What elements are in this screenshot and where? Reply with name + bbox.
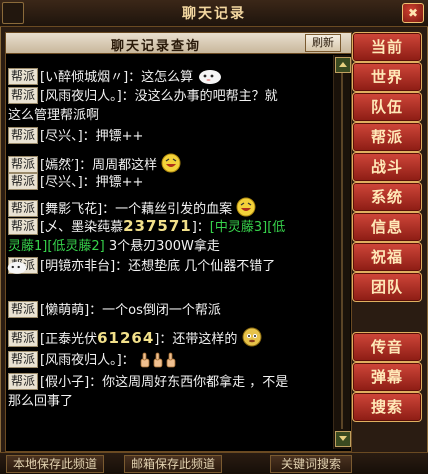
search-button[interactable]: 搜索 (352, 392, 422, 422)
message-text: [明镜亦非台]：还想垫底 几个仙器不错了 (40, 259, 276, 274)
sender-score: 237571 (123, 217, 192, 235)
channel-tag: 帮派 (8, 173, 39, 190)
scroll-down-button[interactable] (335, 431, 351, 447)
save-local-button[interactable]: 本地保存此频道 (6, 455, 104, 473)
channel-button-guild[interactable]: 帮派 (352, 122, 422, 152)
channel-tag: 帮派 (8, 218, 39, 235)
channel-tag: 帮派 (8, 200, 39, 217)
window-title: 聊天记录 (182, 6, 246, 22)
scroll-track[interactable] (341, 73, 343, 429)
thumbs-up-emoji-icon (139, 352, 179, 374)
message-text: ]：还带这样的 (154, 332, 238, 347)
message-sender: [乄、墨染莼慕 (40, 220, 124, 235)
chat-message: 帮派 [尽兴、]：押镖++ (8, 173, 328, 192)
channel-tag: 帮派 (8, 127, 39, 144)
item-link[interactable]: 灵藤1][低灵藤2] (8, 239, 105, 254)
channel-button-team[interactable]: 队伍 (352, 92, 422, 122)
chat-message: 帮派[明镜亦非台]：还想垫底 几个仙器不错了 (7, 257, 328, 276)
message-sender: [正泰光伏 (40, 332, 98, 347)
chat-message: 帮派 [正泰光伏61264]：还带这样的 (8, 327, 328, 353)
chat-message: 帮派 [尽兴、]：押镖++ (8, 127, 328, 146)
message-text: [尽兴、]：押镖++ (40, 129, 144, 144)
item-link[interactable]: [中灵藤3][低 (210, 220, 286, 235)
message-text-continued: 那么回事了 (8, 394, 74, 409)
channel-button-group[interactable]: 团队 (352, 272, 422, 302)
panel-header: 聊天记录查询 刷新 (6, 33, 351, 54)
message-text: [舞影飞花]：一个藕丝引发的血案 (40, 202, 233, 217)
message-text: [风雨夜归人。]： (40, 353, 135, 368)
message-text: [嫣然′]：周周都这样 (40, 158, 158, 173)
chat-log-window: 聊天记录 ✖ 聊天记录查询 刷新 帮派 [い醉倾城烟〃]：这怎么算 帮派 [风雨夜归… (0, 0, 428, 474)
sheep-emoji-icon (6, 259, 28, 281)
channel-tag: 帮派 (8, 373, 39, 390)
channel-tag: 帮派 (8, 351, 39, 368)
message-text: [风雨夜归人。]：没这么办事的吧帮主？就 (40, 89, 278, 104)
chat-message: 帮派 [乄、墨染莼慕237571]：[中灵藤3][低 灵藤1][低灵藤2] 3个悬… (8, 217, 328, 256)
channel-button-info[interactable]: 信息 (352, 212, 422, 242)
channel-tag: 帮派 (8, 330, 39, 347)
refresh-button[interactable]: 刷新 (305, 34, 341, 52)
footer-bar: 本地保存此频道 邮箱保存此频道 关键词搜索 (0, 452, 428, 474)
message-text-continued: 这么管理帮派啊 (8, 108, 100, 123)
channel-tag: 帮派 (8, 87, 39, 104)
panel-title: 聊天记录查询 (110, 39, 201, 54)
channel-button-battle[interactable]: 战斗 (352, 152, 422, 182)
channel-tag: 帮派 (8, 68, 39, 85)
message-text: [い醉倾城烟〃]：这怎么算 (40, 70, 194, 85)
shy-face-emoji-icon (242, 327, 262, 353)
chat-scrollbar[interactable] (333, 55, 351, 449)
chat-list: 帮派 [い醉倾城烟〃]：这怎么算 帮派 [风雨夜归人。]：没这么办事的吧帮主？就 这… (7, 57, 328, 449)
keyword-search-button[interactable]: 关键词搜索 (270, 455, 352, 473)
channel-button-blessing[interactable]: 祝福 (352, 242, 422, 272)
close-button[interactable]: ✖ (402, 3, 424, 23)
message-text: [假小子]：你这周周好东西你都拿走 ，不是 (40, 375, 289, 390)
chat-message: 帮派 [风雨夜归人。]： (8, 351, 328, 374)
channel-button-current[interactable]: 当前 (352, 32, 422, 62)
message-separator: ]： (191, 220, 210, 235)
chat-message: 帮派 [风雨夜归人。]：没这么办事的吧帮主？就 这么管理帮派啊 (8, 87, 328, 125)
sender-score: 61264 (97, 329, 155, 347)
message-text: 3个悬刃300W拿走 (104, 239, 220, 254)
chat-message: 帮派 [假小子]：你这周周好东西你都拿走 ，不是 那么回事了 (8, 373, 328, 411)
message-text: [尽兴、]：押镖++ (40, 175, 144, 190)
save-mail-button[interactable]: 邮箱保存此频道 (124, 455, 222, 473)
channel-button-world[interactable]: 世界 (352, 62, 422, 92)
message-text: [懒萌萌]：一个os倒闭一个帮派 (40, 303, 221, 318)
chat-message: 帮派 [懒萌萌]：一个os倒闭一个帮派 (8, 301, 328, 320)
chat-panel: 聊天记录查询 刷新 帮派 [い醉倾城烟〃]：这怎么算 帮派 [风雨夜归人。]：没这么… (5, 32, 352, 452)
scroll-up-button[interactable] (335, 57, 351, 73)
channel-button-danmaku[interactable]: 弹幕 (352, 362, 422, 392)
title-bar: 聊天记录 ✖ (0, 0, 428, 27)
channel-button-whisper[interactable]: 传音 (352, 332, 422, 362)
channel-button-system[interactable]: 系统 (352, 182, 422, 212)
channel-tag: 帮派 (8, 156, 39, 173)
channel-tag: 帮派 (8, 301, 39, 318)
